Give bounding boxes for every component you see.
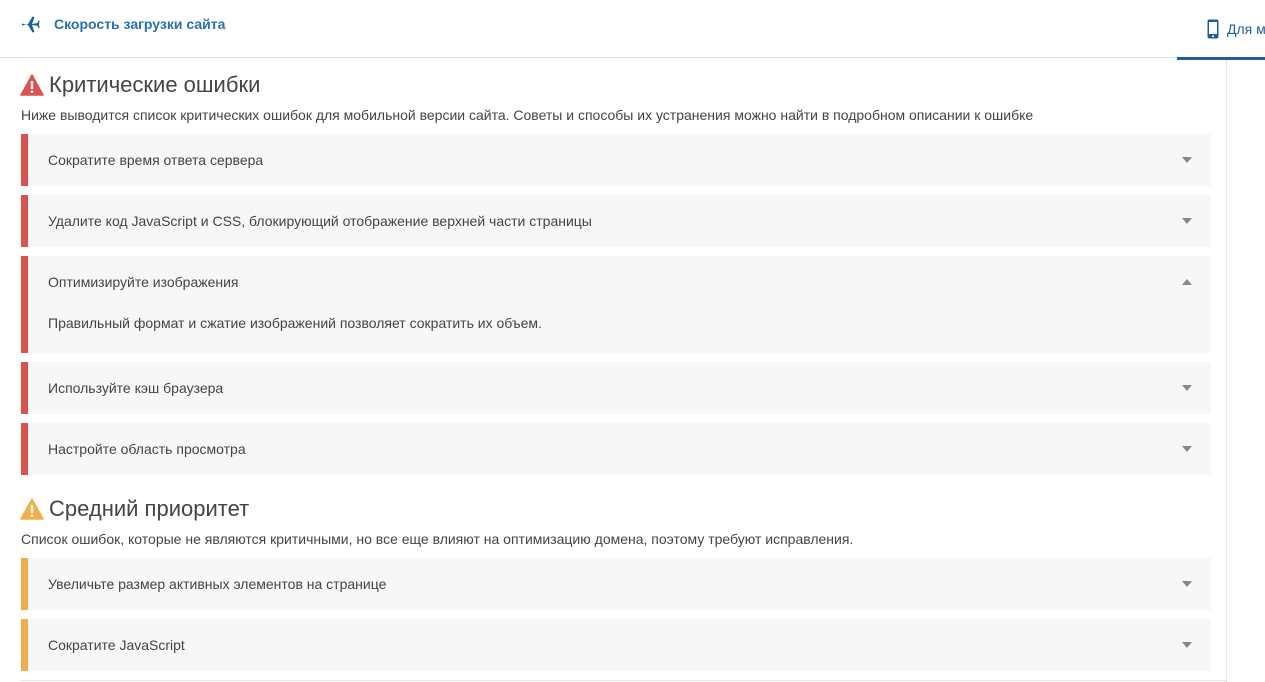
caret-down-icon[interactable] bbox=[1182, 157, 1192, 163]
issue-item[interactable]: Настройте область просмотра bbox=[21, 423, 1211, 475]
warning-triangle-icon bbox=[20, 74, 44, 96]
caret-down-icon[interactable] bbox=[1182, 385, 1192, 391]
issue-label: Увеличьте размер активных элементов на с… bbox=[48, 576, 387, 592]
medium-description: Список ошибок, которые не являются крити… bbox=[21, 531, 854, 547]
caret-down-icon[interactable] bbox=[1182, 218, 1192, 224]
tab-mobile-label: Для мобильных bbox=[1227, 20, 1265, 37]
plane-icon bbox=[22, 16, 40, 33]
issue-item-expanded[interactable]: Оптимизируйте изображения Правильный фор… bbox=[21, 256, 1211, 353]
issue-item[interactable]: Используйте кэш браузера bbox=[21, 362, 1211, 414]
issue-label: Сократите время ответа сервера bbox=[48, 152, 264, 168]
page-title: Скорость загрузки сайта bbox=[54, 16, 226, 32]
issue-detail: Правильный формат и сжатие изображений п… bbox=[48, 315, 542, 331]
header: Скорость загрузки сайта Для мобильных bbox=[0, 0, 1265, 60]
tab-mobile[interactable]: Для мобильных bbox=[1177, 0, 1265, 60]
caret-down-icon[interactable] bbox=[1182, 581, 1192, 587]
issue-label: Настройте область просмотра bbox=[48, 441, 246, 457]
critical-heading: Критические ошибки bbox=[20, 72, 260, 98]
right-divider bbox=[1226, 60, 1227, 682]
caret-down-icon[interactable] bbox=[1182, 446, 1192, 452]
issue-label: Оптимизируйте изображения bbox=[48, 274, 239, 290]
critical-title: Критические ошибки bbox=[49, 72, 261, 97]
issue-item[interactable]: Увеличьте размер активных элементов на с… bbox=[21, 558, 1211, 610]
issue-item[interactable]: Сократите время ответа сервера bbox=[21, 134, 1211, 186]
critical-description: Ниже выводится список критических ошибок… bbox=[21, 107, 1034, 123]
caret-up-icon[interactable] bbox=[1182, 279, 1192, 285]
content-divider bbox=[20, 680, 1226, 681]
issue-item[interactable]: Удалите код JavaScript и CSS, блокирующи… bbox=[21, 195, 1211, 247]
warning-triangle-icon bbox=[20, 498, 44, 520]
issue-label: Сократите JavaScript bbox=[48, 637, 185, 653]
caret-down-icon[interactable] bbox=[1182, 642, 1192, 648]
medium-heading: Средний приоритет bbox=[20, 496, 249, 522]
phone-icon bbox=[1207, 19, 1219, 38]
brand[interactable]: Скорость загрузки сайта bbox=[20, 14, 225, 34]
issue-item[interactable]: Сократите JavaScript bbox=[21, 619, 1211, 671]
medium-title: Средний приоритет bbox=[49, 496, 250, 521]
page: Скорость загрузки сайта Для мобильных Кр… bbox=[0, 0, 1265, 682]
issue-label: Удалите код JavaScript и CSS, блокирующи… bbox=[48, 213, 592, 229]
issue-label: Используйте кэш браузера bbox=[48, 380, 224, 396]
